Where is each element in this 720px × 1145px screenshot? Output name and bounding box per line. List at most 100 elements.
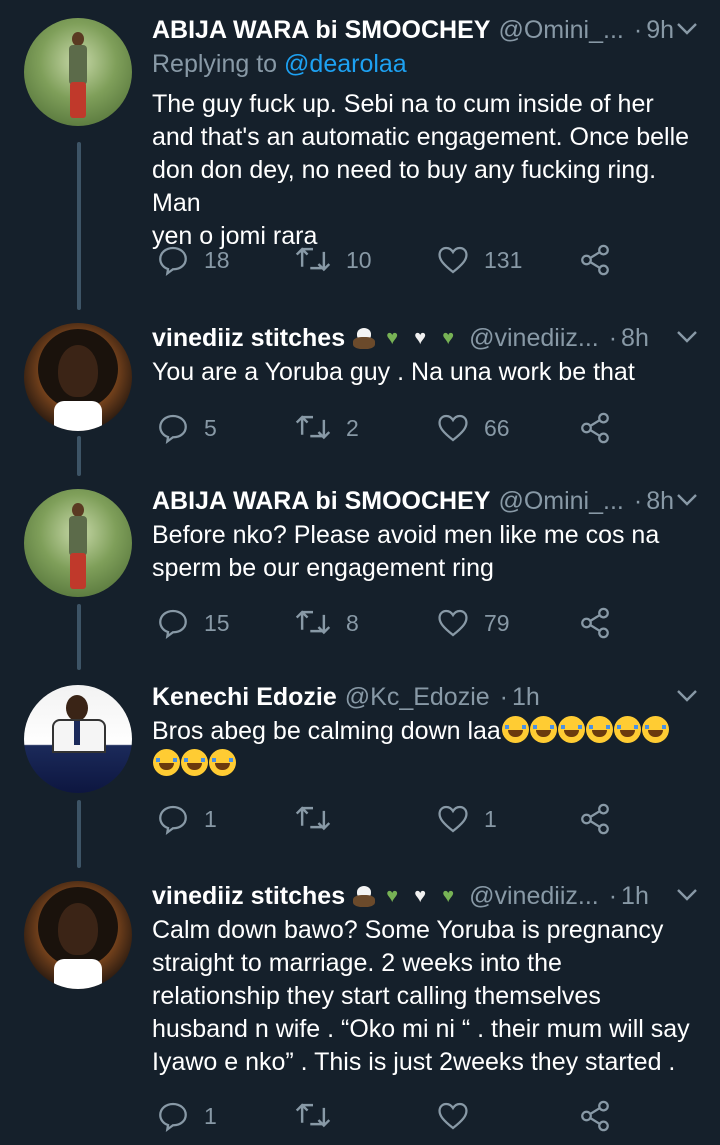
share-button[interactable]	[578, 799, 612, 839]
tweet-text: Bros abeg be calming down laa	[152, 715, 700, 781]
like-button[interactable]	[436, 1096, 484, 1136]
timestamp[interactable]: 1h	[512, 683, 540, 712]
reply-icon	[156, 606, 190, 640]
timestamp[interactable]: 9h	[646, 16, 674, 45]
heart-icon	[436, 606, 470, 640]
reply-button[interactable]: 1	[156, 799, 217, 839]
chevron-down-icon[interactable]	[672, 322, 702, 352]
share-button[interactable]	[578, 603, 612, 643]
avatar[interactable]	[24, 489, 132, 597]
chevron-down-icon[interactable]	[672, 681, 702, 711]
tweet-text: You are a Yoruba guy . Na una work be th…	[152, 356, 700, 389]
retweet-icon	[294, 1099, 332, 1133]
green-heart-emoji: ♥	[386, 885, 399, 907]
reply-button[interactable]: 18	[156, 240, 230, 280]
like-button[interactable]: 66	[436, 408, 510, 448]
thread-line	[77, 800, 81, 868]
green-heart-emoji: ♥	[442, 885, 455, 907]
share-button[interactable]	[578, 408, 612, 448]
text-content: Bros abeg be calming down laa	[152, 717, 501, 745]
retweet-icon	[294, 606, 332, 640]
reply-button[interactable]: 15	[156, 603, 230, 643]
reply-icon	[156, 243, 190, 277]
display-name[interactable]: ABIJA WARA bi SMOOCHEY	[152, 487, 490, 516]
chevron-down-icon[interactable]	[672, 880, 702, 910]
avatar[interactable]	[24, 881, 132, 989]
like-button[interactable]: 1	[436, 799, 497, 839]
laughing-emoji	[585, 716, 613, 743]
heart-icon	[436, 1099, 470, 1133]
user-handle[interactable]: @Omini_...	[498, 16, 623, 45]
laughing-emoji	[153, 749, 180, 776]
text-line	[152, 748, 700, 781]
retweet-button[interactable]: 10	[294, 240, 372, 280]
retweet-button[interactable]: 2	[294, 408, 359, 448]
tweet-header: ABIJA WARA bi SMOOCHEY @Omini_... · 8h	[152, 481, 702, 521]
user-handle[interactable]: @Kc_Edozie	[345, 683, 490, 712]
share-icon	[578, 411, 612, 445]
tweet-text: The guy fuck up. Sebi na to cum inside o…	[152, 88, 700, 253]
laughing-emoji	[641, 716, 669, 743]
display-name[interactable]: Kenechi Edozie	[152, 683, 337, 712]
display-name[interactable]: vinediiz stitches	[152, 324, 345, 353]
share-button[interactable]	[578, 240, 612, 280]
avatar[interactable]	[24, 18, 132, 126]
text-line: Before nko? Please avoid men like me cos…	[152, 521, 660, 549]
text-line: The guy fuck up. Sebi na to cum inside o…	[152, 90, 654, 118]
laughing-emoji	[613, 716, 641, 743]
heart-icon	[436, 802, 470, 836]
reply-icon	[156, 802, 190, 836]
name-emojis: ♥ ♥ ♥	[351, 883, 461, 909]
tweet-header: vinediiz stitches ♥ ♥ ♥ @vinediiz... · 8…	[152, 318, 702, 358]
user-handle[interactable]: @vinediiz...	[469, 882, 599, 911]
retweet-icon	[294, 802, 332, 836]
retweet-button[interactable]	[294, 799, 346, 839]
reply-button[interactable]: 1	[156, 1096, 217, 1136]
heart-icon	[436, 243, 470, 277]
like-button[interactable]: 79	[436, 603, 510, 643]
retweet-icon	[294, 243, 332, 277]
text-line: Iyawo e nko” . This is just 2weeks they …	[152, 1048, 676, 1076]
retweet-button[interactable]: 8	[294, 603, 359, 643]
avatar[interactable]	[24, 685, 132, 793]
chevron-down-icon[interactable]	[672, 14, 702, 44]
text-line: straight to marriage. 2 weeks into the	[152, 949, 562, 977]
display-name[interactable]: ABIJA WARA bi SMOOCHEY	[152, 16, 490, 45]
reply-icon	[156, 1099, 190, 1133]
timestamp[interactable]: 8h	[646, 487, 674, 516]
user-handle[interactable]: @Omini_...	[498, 487, 623, 516]
tweet-header: ABIJA WARA bi SMOOCHEY @Omini_... · 9h	[152, 10, 702, 50]
laughing-emoji	[529, 716, 557, 743]
mention-link[interactable]: @dearolaa	[284, 50, 407, 78]
eagle-emoji	[351, 883, 377, 909]
like-button[interactable]: 131	[436, 240, 522, 280]
like-count: 1	[484, 805, 497, 832]
text-line: relationship they start calling themselv…	[152, 982, 601, 1010]
text-line: Calm down bawo? Some Yoruba is pregnancy	[152, 916, 664, 944]
reply-icon	[156, 411, 190, 445]
like-count: 79	[484, 609, 510, 636]
text-line: Bros abeg be calming down laa	[152, 715, 700, 748]
chevron-down-icon[interactable]	[672, 485, 702, 515]
share-button[interactable]	[578, 1096, 612, 1136]
avatar[interactable]	[24, 323, 132, 431]
user-handle[interactable]: @vinediiz...	[469, 324, 599, 353]
timestamp[interactable]: 8h	[621, 324, 649, 353]
white-heart-emoji: ♥	[414, 885, 427, 907]
tweet-actions: 15 8 79	[152, 603, 622, 643]
text-line: and that's an automatic engagement. Once…	[152, 123, 690, 151]
reply-button[interactable]: 5	[156, 408, 217, 448]
retweet-count: 8	[346, 609, 359, 636]
timestamp[interactable]: 1h	[621, 882, 649, 911]
like-count: 131	[484, 246, 523, 273]
tweet-actions: 1 1	[152, 799, 622, 839]
reply-count: 1	[204, 805, 217, 832]
separator-dot: ·	[608, 881, 618, 910]
display-name[interactable]: vinediiz stitches	[152, 882, 345, 911]
retweet-icon	[294, 411, 332, 445]
laughing-emoji	[557, 716, 585, 743]
laughing-emoji	[181, 749, 208, 776]
retweet-count: 10	[346, 246, 372, 273]
tweet-actions: 1	[152, 1096, 622, 1136]
retweet-button[interactable]	[294, 1096, 346, 1136]
